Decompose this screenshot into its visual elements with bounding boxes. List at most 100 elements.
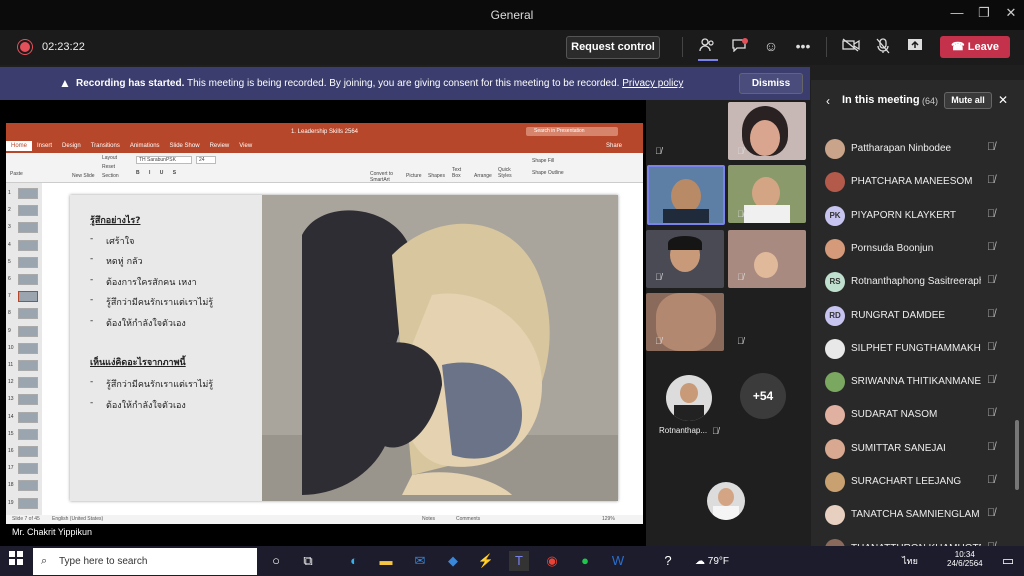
input-language[interactable]: ไทย — [900, 551, 920, 571]
slide-thumbnail[interactable] — [18, 394, 38, 406]
more-options-icon[interactable]: ••• — [792, 38, 814, 58]
ppt-shape-outline[interactable]: Shape Outline — [532, 170, 564, 176]
word-icon[interactable]: W — [608, 551, 628, 571]
slide-thumbnail[interactable] — [18, 308, 38, 320]
ppt-new-slide[interactable]: New Slide — [72, 173, 95, 179]
slide-thumbnail[interactable] — [18, 222, 38, 234]
more-participants-button[interactable]: +54 — [740, 373, 786, 419]
slide-thumbnail[interactable] — [18, 446, 38, 457]
mute-all-button[interactable]: Mute all — [944, 92, 992, 109]
participant-row[interactable]: SRIWANNA THITIKANMANEE 🎙̸ — [811, 365, 1011, 398]
taskbar-search[interactable]: ⌕ Type here to search — [33, 548, 257, 575]
maximize-icon[interactable]: ❐ — [975, 5, 993, 23]
app-icon[interactable]: ⚡ — [476, 551, 496, 571]
slide-counter: Slide 7 of 45 — [12, 516, 40, 522]
close-panel-icon[interactable]: ✕ — [998, 93, 1008, 107]
file-explorer-icon[interactable]: ▬ — [376, 551, 396, 571]
ppt-arrange[interactable]: Arrange — [474, 173, 492, 179]
participant-row[interactable]: RD RUNGRAT DAMDEE 🎙̸ — [811, 299, 1011, 332]
notes-button[interactable]: Notes — [422, 516, 435, 522]
camera-off-icon[interactable] — [840, 38, 862, 58]
comments-button[interactable]: Comments — [456, 516, 480, 522]
privacy-policy-link[interactable]: Privacy policy — [622, 78, 683, 89]
minimize-icon[interactable]: — — [948, 5, 966, 23]
thumbnail-number: 7 — [8, 293, 11, 300]
self-video[interactable] — [647, 165, 725, 225]
ppt-tab[interactable]: Animations — [125, 141, 165, 151]
cortana-icon[interactable]: ○ — [266, 551, 286, 571]
close-icon[interactable]: ✕ — [1002, 5, 1020, 23]
slide-thumbnail[interactable] — [18, 342, 38, 354]
slide-thumbnail[interactable] — [18, 205, 38, 217]
panel-scrollbar[interactable] — [1015, 420, 1019, 490]
ppt-textbox[interactable]: Text Box — [452, 167, 466, 179]
slide-thumbnail[interactable] — [18, 256, 38, 268]
ppt-shapes[interactable]: Shapes — [428, 173, 445, 179]
ppt-tab[interactable]: Design — [57, 141, 86, 151]
ppt-tab[interactable]: Transitions — [86, 141, 125, 151]
slide-thumbnail[interactable] — [18, 377, 38, 389]
leave-button[interactable]: ☎ Leave — [940, 36, 1010, 58]
teams-icon[interactable]: T — [509, 551, 529, 571]
ppt-layout[interactable]: Layout — [102, 155, 117, 161]
participant-row[interactable]: Pattharapan Ninbodee 🎙̸ — [811, 132, 1011, 165]
back-chevron-icon[interactable]: ‹ — [826, 94, 830, 108]
ppt-picture[interactable]: Picture — [406, 173, 422, 179]
mic-off-icon[interactable] — [872, 38, 894, 58]
slide-thumbnail[interactable] — [18, 428, 38, 440]
ppt-tab[interactable]: Review — [205, 141, 235, 151]
slide-thumbnail[interactable] — [18, 274, 38, 285]
participant-row[interactable]: Pornsuda Boonjun 🎙̸ — [811, 232, 1011, 265]
windows-start-icon[interactable] — [6, 551, 26, 571]
ppt-smartart[interactable]: Convert to SmartArt — [370, 171, 394, 183]
request-control-button[interactable]: Request control — [566, 36, 660, 59]
slide-thumbnail[interactable] — [18, 463, 38, 475]
ppt-shape-fill[interactable]: Shape Fill — [532, 158, 554, 164]
ppt-tab[interactable]: View — [234, 141, 257, 151]
participant-row[interactable]: SILPHET FUNGTHAMMAKHUN 🎙̸ — [811, 332, 1011, 365]
participant-row[interactable]: TANATCHA SAMNIENGLAM 🎙̸ — [811, 498, 1011, 531]
notification-icon[interactable]: ▭ — [998, 551, 1018, 571]
slide-thumbnail[interactable] — [18, 497, 38, 509]
participant-row[interactable]: SUDARAT NASOM 🎙̸ — [811, 398, 1011, 431]
ppt-share[interactable]: Share — [601, 141, 627, 151]
help-icon[interactable]: ? — [658, 551, 678, 571]
font-format-icons[interactable]: B I U S — [136, 170, 180, 176]
participant-row[interactable]: SUMITTAR SANEJAI 🎙̸ — [811, 432, 1011, 465]
slide-thumbnail[interactable] — [18, 188, 38, 199]
share-screen-icon[interactable] — [904, 38, 926, 58]
dismiss-button[interactable]: Dismiss — [739, 73, 803, 94]
participant-row[interactable]: PHATCHARA MANEESOM 🎙̸ — [811, 165, 1011, 198]
participant-row[interactable]: RS Rotnanthaphong Sasitreeraph... 🎙̸ — [811, 265, 1011, 298]
system-clock[interactable]: 10:34 24/6/2564 — [947, 550, 983, 568]
slide-thumbnail[interactable] — [18, 239, 38, 251]
ppt-tab[interactable]: Insert — [32, 141, 57, 151]
ppt-section[interactable]: Section — [102, 173, 119, 179]
slide-thumbnail[interactable] — [18, 480, 38, 492]
mail-icon[interactable]: ✉ — [410, 551, 430, 571]
chrome-icon[interactable]: ◉ — [542, 551, 562, 571]
ppt-tab[interactable]: Slide Show — [165, 141, 205, 151]
task-view-icon[interactable]: ⧉ — [298, 551, 318, 571]
participant-row[interactable]: PK PIYAPORN KLAYKERT 🎙̸ — [811, 199, 1011, 232]
ppt-search[interactable]: Search in Presentation — [526, 127, 618, 136]
participant-avatar[interactable] — [666, 375, 712, 421]
ppt-quick-styles[interactable]: Quick Styles — [498, 167, 516, 179]
slide-thumbnail[interactable] — [18, 360, 38, 371]
dropbox-icon[interactable]: ◆ — [443, 551, 463, 571]
font-name-box[interactable]: TH SarabunPSK — [136, 156, 192, 164]
edge-icon[interactable]: ◐ — [344, 551, 364, 571]
ppt-paste[interactable]: Paste — [10, 171, 23, 177]
slide-thumbnail[interactable] — [18, 291, 38, 303]
ppt-ribbon-tabs: Home Insert Design Transitions Animations Sli… — [6, 141, 643, 153]
slide-thumbnail[interactable] — [18, 411, 38, 423]
reactions-icon[interactable]: ☺ — [760, 38, 782, 58]
slide-thumbnail[interactable] — [18, 325, 38, 337]
participant-row[interactable]: SURACHART LEEJANG 🎙̸ — [811, 465, 1011, 498]
ppt-tab[interactable]: Home — [6, 141, 33, 151]
line-icon[interactable]: ● — [575, 551, 595, 571]
font-size-box[interactable]: 24 — [196, 156, 216, 164]
weather-widget[interactable]: ☁ 79°F — [695, 556, 729, 567]
participants-icon[interactable] — [696, 38, 718, 58]
ppt-reset[interactable]: Reset — [102, 164, 115, 170]
